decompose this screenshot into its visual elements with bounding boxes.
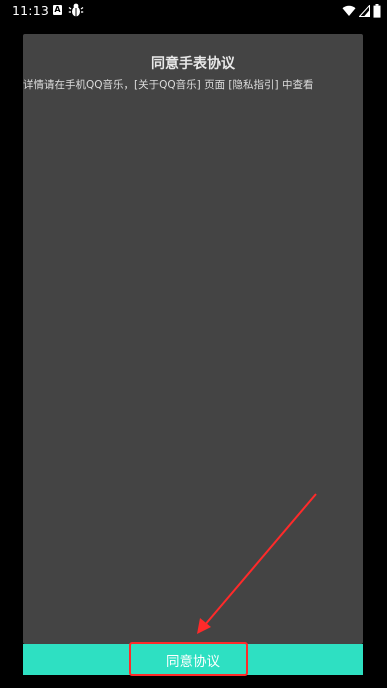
dialog-title: 同意手表协议: [151, 56, 235, 72]
bug-icon: [68, 2, 84, 18]
dialog-body-text: 详情请在手机QQ音乐，[关于QQ音乐] 页面 [隐私指引] 中查看: [23, 79, 314, 91]
status-icons: [342, 3, 381, 19]
agreement-dialog: 同意手表协议 详情请在手机QQ音乐，[关于QQ音乐] 页面 [隐私指引] 中查看: [23, 34, 363, 644]
wifi-icon: [342, 5, 356, 17]
agree-button[interactable]: 同意协议: [23, 644, 363, 675]
status-bar: 11:13 A: [0, 0, 387, 22]
screen: 11:13 A 同意手表协议 详情请在手机QQ音乐，[关于QQ音乐] 页面 [隐…: [0, 0, 387, 688]
agree-button-label: 同意协议: [166, 653, 220, 669]
status-time: 11:13: [12, 3, 50, 18]
signal-icon: [359, 5, 370, 17]
a-notification-icon: A: [53, 5, 62, 15]
battery-icon: [373, 4, 381, 18]
